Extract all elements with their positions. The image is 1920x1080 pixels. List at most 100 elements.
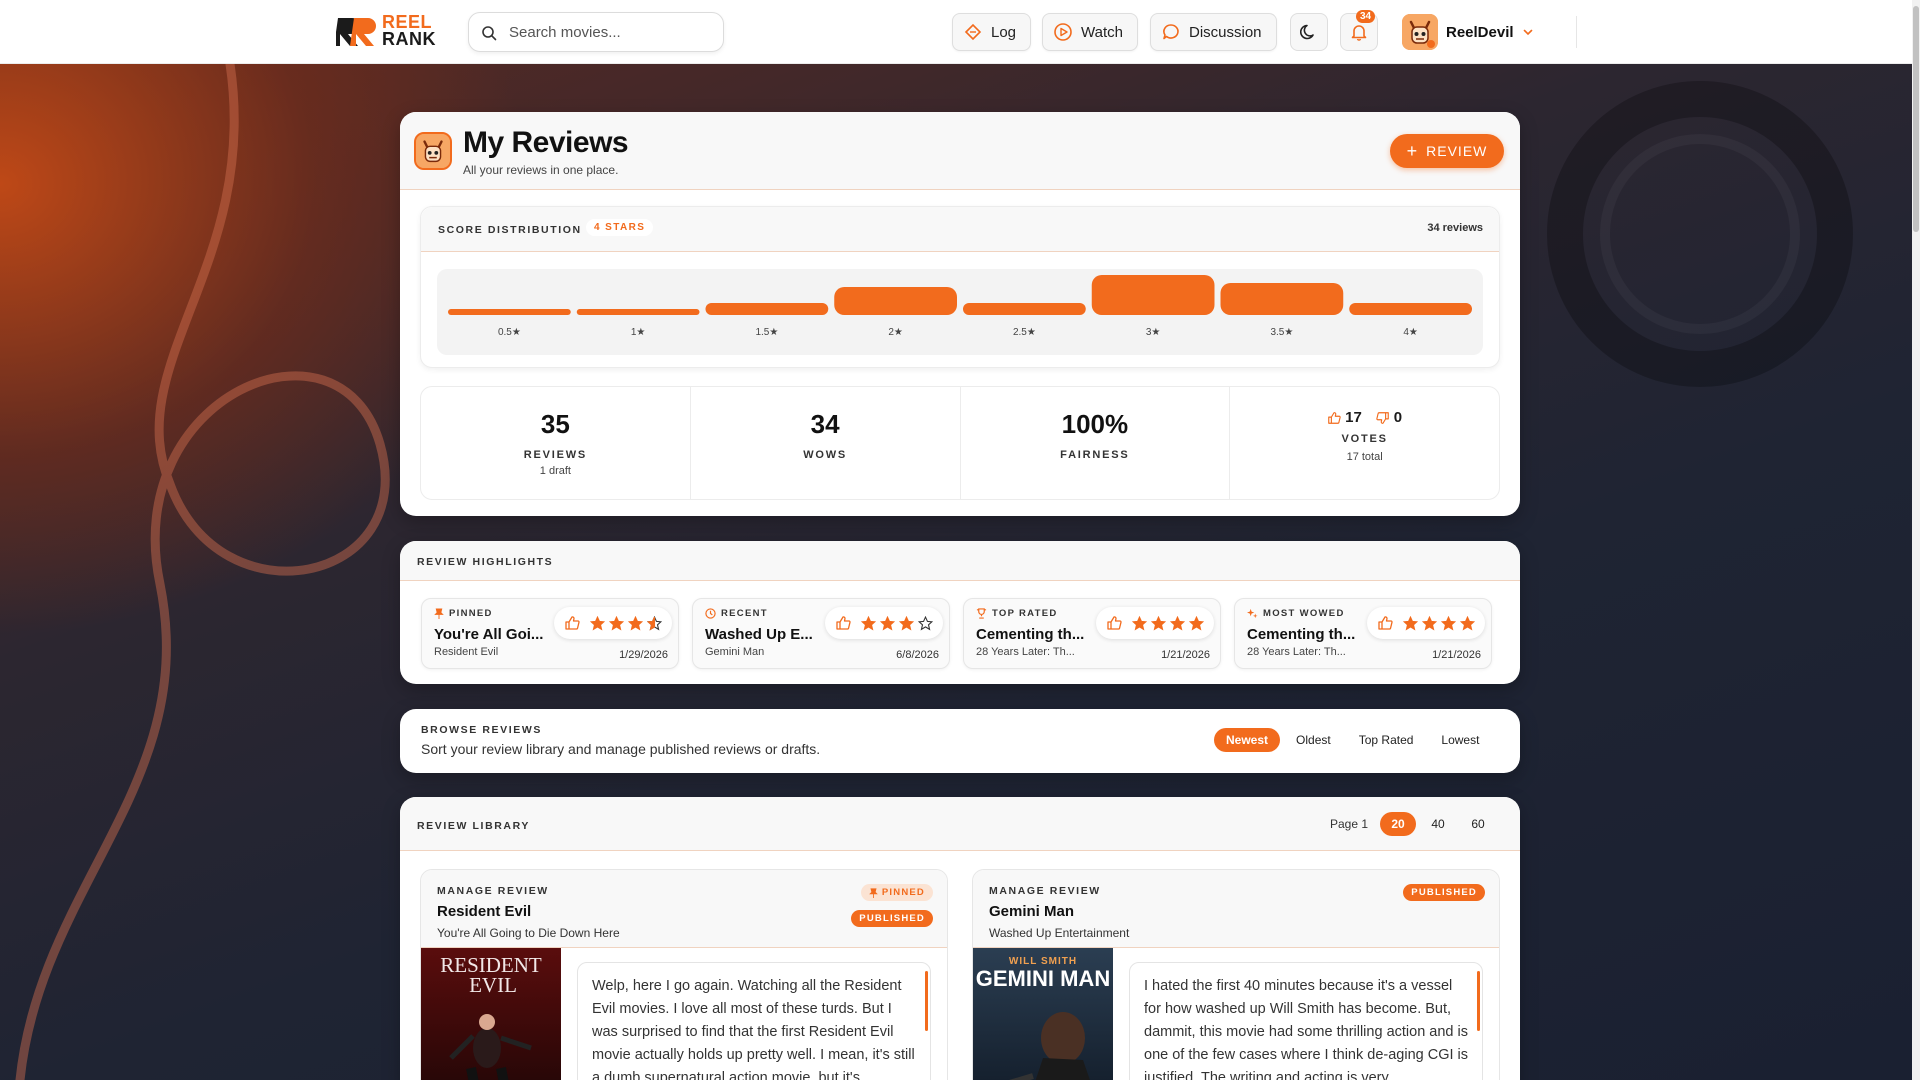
- stat-wows: 34 WOWS: [691, 387, 961, 499]
- manage-review-label: MANAGE REVIEW: [437, 885, 549, 897]
- highlight-movie: 28 Years Later: Th...: [1247, 646, 1346, 658]
- distribution-tick-label: 3★: [1146, 327, 1161, 338]
- sort-oldest-button[interactable]: Oldest: [1284, 728, 1343, 752]
- page-size-selector: Page 1 20 40 60: [1330, 812, 1496, 836]
- profile-avatar: [414, 132, 452, 170]
- distribution-bar[interactable]: [1349, 303, 1472, 315]
- highlight-card[interactable]: TOP RATED Cementing th... 28 Years Later: …: [963, 598, 1221, 669]
- stats-row: 35 REVIEWS 1 draft 34 WOWS 100% FAIRNESS…: [420, 386, 1500, 500]
- stat-reviews: 35 REVIEWS 1 draft: [421, 387, 691, 499]
- stat-value: 100%: [1061, 409, 1129, 439]
- app-logo[interactable]: REEL RANK: [336, 13, 442, 50]
- resident-evil-poster-image: RESIDENT EVIL: [421, 948, 561, 1080]
- stat-value: 34: [810, 409, 840, 439]
- stars-filter-chip[interactable]: 4 STARS: [586, 219, 654, 236]
- user-menu[interactable]: ReelDevil: [1402, 14, 1534, 50]
- review-highlights-label: REVIEW HIGHLIGHTS: [417, 556, 554, 568]
- review-card-header: MANAGE REVIEW Resident Evil You're All G…: [421, 870, 947, 948]
- review-card-resident-evil[interactable]: MANAGE REVIEW Resident Evil You're All G…: [420, 869, 948, 1080]
- distribution-bar[interactable]: [963, 303, 1086, 315]
- sort-newest-button[interactable]: Newest: [1214, 728, 1281, 752]
- header-divider: [1576, 16, 1577, 48]
- score-distribution-header: SCORE DISTRIBUTION 4 STARS 34 reviews: [421, 207, 1499, 252]
- plus-icon: +: [1406, 141, 1419, 161]
- bell-icon: [1351, 25, 1367, 41]
- pinned-badge: PINNED: [860, 884, 933, 901]
- star-full-icon: [1189, 615, 1204, 631]
- distribution-bar[interactable]: [834, 287, 957, 315]
- highlight-tag: TOP RATED: [976, 608, 1058, 619]
- highlight-date: 1/21/2026: [1161, 649, 1210, 661]
- stat-fairness: 100% FAIRNESS: [961, 387, 1231, 499]
- score-distribution-chart: 0.5★ 1★ 1.5★ 2★ 2.5★ 3★ 3.5★ 4★: [437, 269, 1483, 355]
- highlight-card[interactable]: RECENT Washed Up E... Gemini Man 6/8/2026: [692, 598, 950, 669]
- stat-sub: 17 total: [1346, 451, 1383, 463]
- thumbs-up-icon: [565, 616, 580, 630]
- star-full-icon: [628, 615, 643, 631]
- distribution-bar[interactable]: [1220, 283, 1344, 315]
- highlight-rating: [1367, 607, 1485, 639]
- stat-votes: 17 0 VOTES 17 total: [1230, 387, 1499, 499]
- movie-poster[interactable]: WILL SMITH GEMINI MAN: [973, 948, 1113, 1080]
- distribution-tick-label: 0.5★: [498, 327, 521, 338]
- stat-label: REVIEWS: [523, 449, 588, 461]
- ticket-icon: [964, 23, 982, 41]
- distribution-bar[interactable]: [705, 303, 829, 315]
- page-size-60-button[interactable]: 60: [1460, 812, 1496, 836]
- distribution-bar[interactable]: [448, 309, 571, 315]
- trophy-icon: [976, 608, 987, 619]
- username: ReelDevil: [1446, 23, 1514, 41]
- review-card-movie[interactable]: Resident Evil: [437, 903, 531, 920]
- sort-top-rated-button[interactable]: Top Rated: [1347, 728, 1426, 752]
- page-size-40-button[interactable]: 40: [1420, 812, 1456, 836]
- movie-poster[interactable]: RESIDENT EVIL: [421, 948, 561, 1080]
- theme-toggle-button[interactable]: [1290, 13, 1328, 51]
- review-library-panel: REVIEW LIBRARY Page 1 20 40 60 MANAGE RE…: [400, 797, 1520, 1080]
- highlight-title: You're All Goi...: [434, 626, 544, 643]
- scrollbar-thumb[interactable]: [1913, 6, 1919, 232]
- distribution-bar[interactable]: [576, 309, 700, 315]
- star-full-icon: [1132, 615, 1147, 631]
- highlight-tag: RECENT: [705, 608, 768, 619]
- review-text[interactable]: I hated the first 40 minutes because it'…: [1129, 962, 1483, 1080]
- browse-reviews-panel: BROWSE REVIEWS Sort your review library …: [400, 709, 1520, 773]
- discussion-button[interactable]: Discussion: [1150, 13, 1277, 51]
- distribution-bar[interactable]: [1091, 275, 1215, 315]
- new-review-button[interactable]: + REVIEW: [1390, 134, 1504, 168]
- page-title: My Reviews: [463, 126, 629, 159]
- browse-reviews-label: BROWSE REVIEWS: [421, 724, 542, 736]
- sort-lowest-button[interactable]: Lowest: [1429, 728, 1491, 752]
- upvotes: 17: [1327, 409, 1362, 426]
- distribution-tick-label: 1.5★: [755, 327, 778, 338]
- page-size-20-button[interactable]: 20: [1380, 812, 1417, 836]
- downvotes: 0: [1376, 409, 1402, 426]
- highlight-date: 1/21/2026: [1432, 649, 1481, 661]
- review-card-movie[interactable]: Gemini Man: [989, 903, 1074, 920]
- search-input[interactable]: [509, 21, 709, 43]
- highlight-tag: MOST WOWED: [1247, 608, 1345, 619]
- thumbs-up-icon: [1378, 616, 1393, 630]
- search-box[interactable]: [468, 12, 724, 52]
- star-full-icon: [1151, 615, 1166, 631]
- star-full-icon: [1170, 615, 1185, 631]
- pin-icon: [434, 608, 444, 619]
- review-highlights-header: REVIEW HIGHLIGHTS: [400, 541, 1520, 581]
- highlight-title: Cementing th...: [976, 626, 1085, 643]
- pin-icon: [869, 887, 878, 898]
- review-text[interactable]: Welp, here I go again. Watching all the …: [577, 962, 931, 1080]
- discussion-label: Discussion: [1189, 23, 1262, 41]
- highlight-movie: Gemini Man: [705, 646, 765, 658]
- review-card-header: MANAGE REVIEW Gemini Man Washed Up Enter…: [973, 870, 1499, 948]
- review-card-gemini-man[interactable]: MANAGE REVIEW Gemini Man Washed Up Enter…: [972, 869, 1500, 1080]
- log-button[interactable]: Log: [952, 13, 1032, 51]
- watch-button[interactable]: Watch: [1042, 13, 1138, 51]
- highlight-card[interactable]: MOST WOWED Cementing th... 28 Years Later:…: [1234, 598, 1492, 669]
- devil-mascot-icon: [416, 134, 450, 168]
- review-highlights-panel: REVIEW HIGHLIGHTS PINNED You're All Goi..…: [400, 541, 1520, 684]
- highlight-rating: [1096, 607, 1214, 639]
- highlight-date: 6/8/2026: [896, 649, 939, 661]
- my-reviews-header: My Reviews All your reviews in one place…: [400, 112, 1520, 190]
- browse-reviews-subtitle: Sort your review library and manage publ…: [421, 741, 821, 757]
- highlight-tag-label: MOST WOWED: [1263, 608, 1345, 619]
- highlight-card[interactable]: PINNED You're All Goi... Resident Evil 1/29…: [421, 598, 679, 669]
